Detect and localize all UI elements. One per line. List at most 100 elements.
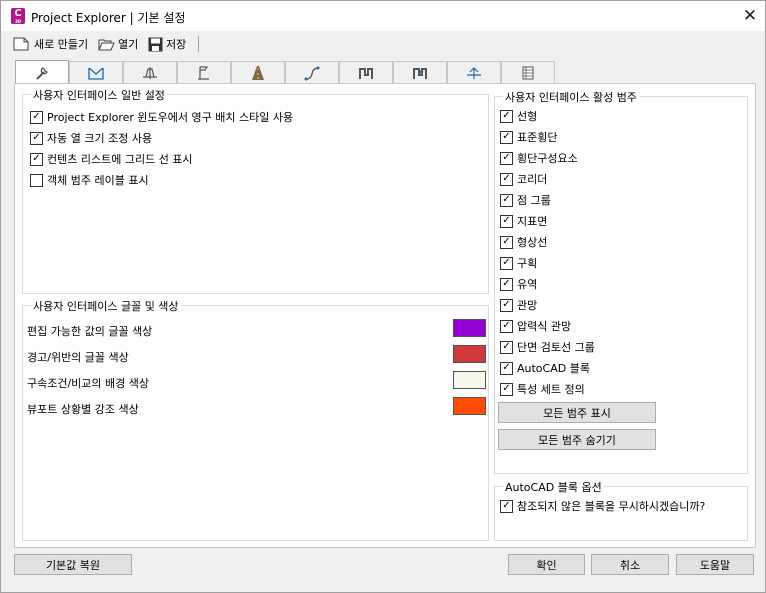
pipe-network-icon bbox=[359, 67, 373, 79]
color-row-constraint: 구속조건/비교의 배경 색상 bbox=[27, 375, 149, 391]
category-label: 구획 bbox=[517, 257, 538, 270]
flag-icon bbox=[198, 65, 209, 80]
category-label: 표준횡단 bbox=[517, 131, 558, 144]
color-swatch-editable[interactable] bbox=[453, 319, 486, 337]
option-persistent-layout[interactable]: ✓ Project Explorer 윈도우에서 영구 배치 스타일 사용 bbox=[30, 109, 293, 125]
checkbox[interactable]: ✓ bbox=[500, 235, 513, 249]
category-label: 횡단구성요소 bbox=[517, 152, 578, 165]
checkbox[interactable]: ✓ bbox=[30, 152, 43, 166]
fonts-colors-group: 사용자 인터페이스 글꼴 및 색상 bbox=[22, 298, 489, 541]
color-label: 뷰포트 상황별 강조 색상 bbox=[27, 403, 139, 416]
tab-section[interactable] bbox=[123, 61, 177, 83]
option-ignore-unreferenced-blocks[interactable]: ✓ 참조되지 않은 블록을 무시하시겠습니까? bbox=[500, 498, 705, 514]
category-label: 점 그룹 bbox=[517, 194, 551, 207]
tab-table[interactable] bbox=[501, 61, 555, 83]
category-surface[interactable]: ✓ 지표면 bbox=[500, 213, 547, 229]
category-point-group[interactable]: ✓ 점 그룹 bbox=[500, 192, 551, 208]
category-sample-line-group[interactable]: ✓ 단면 검토선 그룹 bbox=[500, 339, 595, 355]
checkbox[interactable] bbox=[30, 173, 43, 187]
open-button[interactable]: 열기 bbox=[98, 35, 138, 53]
surface-icon bbox=[88, 67, 104, 80]
new-button[interactable]: 새로 만들기 bbox=[13, 35, 88, 53]
window-title: Project Explorer | 기본 설정 bbox=[31, 11, 186, 25]
category-catchment[interactable]: ✓ 유역 bbox=[500, 276, 537, 292]
restore-defaults-button[interactable]: 기본값 복원 bbox=[14, 554, 132, 575]
checkbox[interactable]: ✓ bbox=[500, 193, 513, 207]
tab-surface[interactable] bbox=[69, 61, 123, 83]
option-grid-lines[interactable]: ✓ 컨텐츠 리스트에 그리드 선 표시 bbox=[30, 151, 193, 167]
category-assembly[interactable]: ✓ 표준횡단 bbox=[500, 129, 557, 145]
checkbox[interactable]: ✓ bbox=[500, 151, 513, 165]
color-row-editable: 편집 가능한 값의 글꼴 색상 bbox=[27, 323, 152, 339]
tab-flag[interactable] bbox=[177, 61, 231, 83]
color-swatch-constraint[interactable] bbox=[453, 371, 486, 389]
option-label: 객체 범주 레이블 표시 bbox=[47, 174, 149, 187]
checkbox[interactable]: ✓ bbox=[30, 131, 43, 145]
color-label: 구속조건/비교의 배경 색상 bbox=[27, 377, 150, 390]
checkbox[interactable]: ✓ bbox=[500, 382, 513, 396]
category-pipe-network[interactable]: ✓ 관망 bbox=[500, 297, 537, 313]
category-label: 압력식 관망 bbox=[517, 320, 572, 333]
tab-content-panel: 사용자 인터페이스 일반 설정 ✓ Project Explorer 윈도우에서… bbox=[14, 83, 756, 548]
checkbox[interactable]: ✓ bbox=[500, 256, 513, 270]
alignment-icon bbox=[304, 66, 320, 80]
tab-pressure-network[interactable] bbox=[393, 61, 447, 83]
option-label: 참조되지 않은 블록을 무시하시겠습니까? bbox=[517, 500, 706, 513]
checkbox[interactable]: ✓ bbox=[500, 298, 513, 312]
category-autocad-block[interactable]: ✓ AutoCAD 블록 bbox=[500, 360, 590, 376]
open-label: 열기 bbox=[118, 38, 139, 51]
checkbox[interactable]: ✓ bbox=[500, 340, 513, 354]
color-swatch-highlight[interactable] bbox=[453, 397, 486, 415]
tab-profile[interactable] bbox=[447, 61, 501, 83]
hide-all-categories-button[interactable]: 모든 범주 숨기기 bbox=[498, 429, 656, 450]
color-row-highlight: 뷰포트 상황별 강조 색상 bbox=[27, 401, 139, 417]
save-button[interactable]: 저장 bbox=[148, 35, 186, 53]
ok-button[interactable]: 확인 bbox=[508, 554, 585, 575]
cancel-button[interactable]: 취소 bbox=[591, 554, 669, 575]
option-category-labels[interactable]: 객체 범주 레이블 표시 bbox=[30, 172, 149, 188]
table-icon bbox=[522, 66, 534, 79]
checkbox[interactable]: ✓ bbox=[500, 319, 513, 333]
tab-road[interactable] bbox=[231, 61, 285, 83]
category-corridor[interactable]: ✓ 코리더 bbox=[500, 171, 547, 187]
color-row-warning: 경고/위반의 글꼴 색상 bbox=[27, 349, 129, 365]
option-label: 컨텐츠 리스트에 그리드 선 표시 bbox=[47, 153, 193, 166]
category-label: 관망 bbox=[517, 299, 538, 312]
category-label: 형상선 bbox=[517, 236, 548, 249]
option-label: 자동 열 크기 조정 사용 bbox=[47, 132, 153, 145]
tab-pipe-network[interactable] bbox=[339, 61, 393, 83]
option-auto-column-size[interactable]: ✓ 자동 열 크기 조정 사용 bbox=[30, 130, 152, 146]
category-label: 단면 검토선 그룹 bbox=[517, 341, 595, 354]
category-property-set[interactable]: ✓ 특성 세트 정의 bbox=[500, 381, 585, 397]
checkbox[interactable]: ✓ bbox=[500, 130, 513, 144]
help-button[interactable]: 도움말 bbox=[676, 554, 754, 575]
checkbox[interactable]: ✓ bbox=[500, 361, 513, 375]
checkbox[interactable]: ✓ bbox=[500, 277, 513, 291]
category-label: AutoCAD 블록 bbox=[517, 362, 590, 375]
checkbox[interactable]: ✓ bbox=[30, 110, 43, 124]
checkbox[interactable]: ✓ bbox=[500, 499, 513, 513]
new-label: 새로 만들기 bbox=[34, 38, 89, 51]
color-swatch-warning[interactable] bbox=[453, 345, 486, 363]
tab-general[interactable] bbox=[15, 60, 69, 84]
new-document-icon bbox=[13, 37, 29, 51]
fonts-colors-title: 사용자 인터페이스 글꼴 및 색상 bbox=[31, 298, 181, 314]
close-button[interactable]: ✕ bbox=[739, 5, 761, 27]
category-feature-line[interactable]: ✓ 형상선 bbox=[500, 234, 547, 250]
category-parcel[interactable]: ✓ 구획 bbox=[500, 255, 537, 271]
show-all-categories-button[interactable]: 모든 범주 표시 bbox=[498, 402, 656, 423]
save-disk-icon bbox=[148, 37, 163, 51]
category-alignment[interactable]: ✓ 선형 bbox=[500, 108, 537, 124]
category-pressure-network[interactable]: ✓ 압력식 관망 bbox=[500, 318, 571, 334]
pressure-network-icon bbox=[413, 67, 427, 79]
category-subassembly[interactable]: ✓ 횡단구성요소 bbox=[500, 150, 578, 166]
toolbar-separator bbox=[198, 36, 199, 52]
checkbox[interactable]: ✓ bbox=[500, 214, 513, 228]
checkbox[interactable]: ✓ bbox=[500, 172, 513, 186]
checkbox[interactable]: ✓ bbox=[500, 109, 513, 123]
tab-alignment[interactable] bbox=[285, 61, 339, 83]
wrench-icon bbox=[36, 66, 48, 80]
open-folder-icon bbox=[98, 39, 115, 51]
preferences-dialog: C 3D Project Explorer | 기본 설정 ✕ 새로 만들기 열… bbox=[0, 0, 766, 593]
active-categories-title: 사용자 인터페이스 활성 범주 bbox=[503, 89, 639, 105]
